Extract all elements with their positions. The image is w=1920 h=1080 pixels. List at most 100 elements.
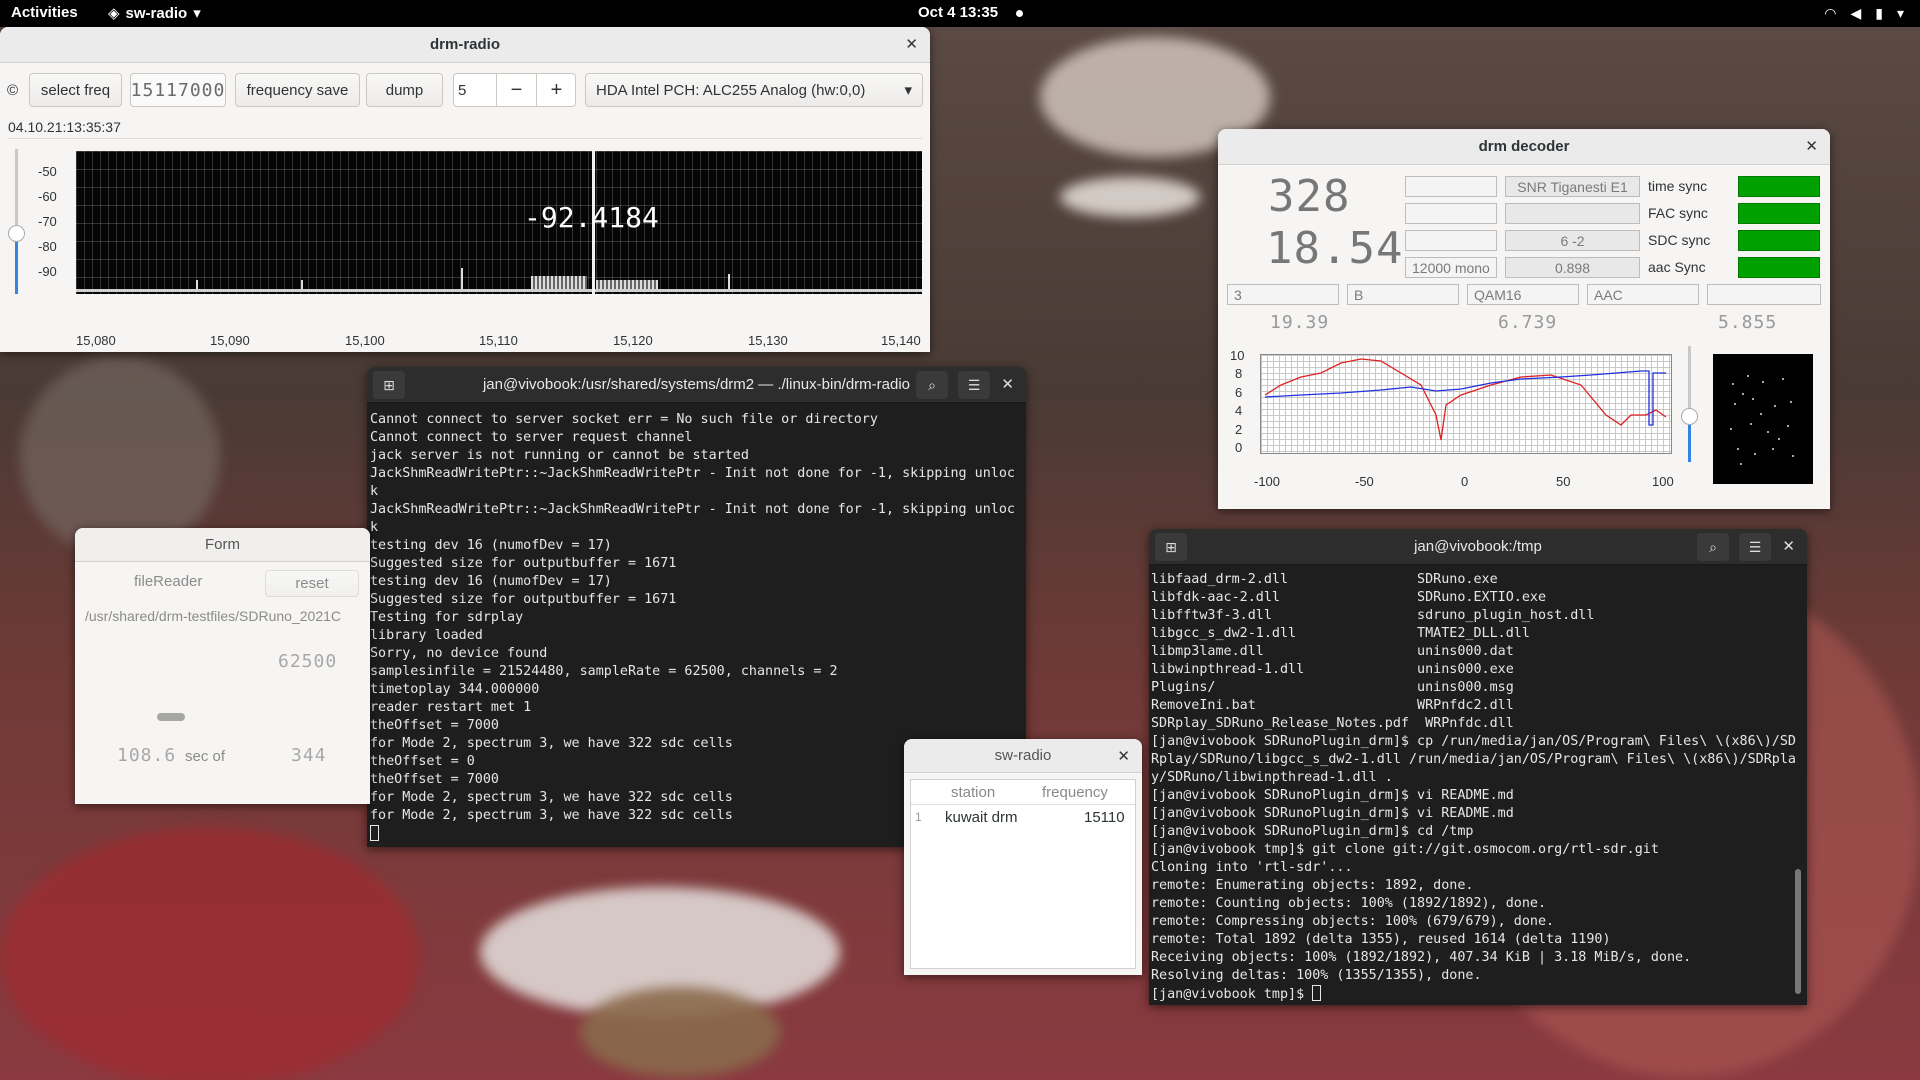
plot-curves <box>1264 358 1667 441</box>
total-display: 344 <box>291 745 327 766</box>
spin-plus-button[interactable]: + <box>536 74 576 106</box>
info-box <box>1405 203 1497 224</box>
sw-radio-titlebar[interactable]: sw-radio ✕ <box>904 739 1142 773</box>
form-titlebar[interactable]: Form <box>75 528 370 562</box>
plot-line-blue <box>1264 370 1666 426</box>
big-display-1: 328 <box>1268 171 1351 222</box>
y-tick: -60 <box>38 189 57 204</box>
select-freq-button[interactable]: select freq <box>29 73 122 107</box>
time-sync-label: time sync <box>1648 178 1708 194</box>
hamburger-menu-icon[interactable]: ☰ <box>1739 533 1771 561</box>
reset-button[interactable]: reset <box>265 570 359 597</box>
close-icon[interactable]: ✕ <box>1805 137 1818 155</box>
codec-box: AAC <box>1587 284 1699 305</box>
spectrum-spike <box>461 268 463 290</box>
new-tab-icon[interactable]: ⊞ <box>1155 533 1187 561</box>
x-tick: 15,090 <box>210 333 250 348</box>
app-icon: ◈ <box>108 5 120 22</box>
window-title: drm decoder <box>1478 138 1570 155</box>
fac-sync-label: FAC sync <box>1648 205 1708 221</box>
frequency-save-button[interactable]: frequency save <box>235 73 360 107</box>
spin-minus-button[interactable]: − <box>496 74 536 106</box>
gain-slider-fill <box>15 233 18 294</box>
sample-rate-display: 62500 <box>278 651 338 672</box>
table-row[interactable]: 1 kuwait drm 15110 <box>911 805 1135 831</box>
big-display-2: 18.54 <box>1266 223 1404 274</box>
app-menu-label: sw-radio <box>125 4 188 22</box>
x-tick: 15,100 <box>345 333 385 348</box>
decoder-slider-handle[interactable] <box>1681 408 1698 425</box>
station-table[interactable]: station frequency 1 kuwait drm 15110 <box>910 779 1136 969</box>
terminal-scrollbar[interactable] <box>1795 869 1801 994</box>
terminal-output[interactable]: libfaad_drm-2.dll SDRuno.exe libfdk-aac-… <box>1151 571 1796 1004</box>
terminal-tmp-window: ⊞ jan@vivobook:/tmp ⌕ ☰ ✕ libfaad_drm-2.… <box>1149 529 1807 1005</box>
plot-y-tick: 2 <box>1235 422 1243 437</box>
spectrum-grid <box>76 151 922 294</box>
close-icon[interactable]: ✕ <box>1117 747 1130 765</box>
progress-slider-handle[interactable] <box>157 713 185 721</box>
plot-x-tick: 100 <box>1652 474 1674 489</box>
system-tray[interactable]: ◠ ◀︎ ▮ ▾ <box>1824 5 1904 22</box>
form-body: fileReader reset /usr/shared/drm-testfil… <box>75 562 370 804</box>
gain-slider-track[interactable] <box>8 149 25 294</box>
plot-x-tick: -50 <box>1355 474 1374 489</box>
window-title: jan@vivobook:/tmp <box>1414 538 1542 555</box>
dump-button[interactable]: dump <box>366 73 443 107</box>
search-icon[interactable]: ⌕ <box>916 371 948 399</box>
top-bar: Activities ◈ sw-radio ▾ Oct 4 13:35 ◠ ◀︎… <box>0 0 1920 27</box>
spectrum-display[interactable]: -92.4184 <box>76 151 922 294</box>
x-tick: 15,120 <box>613 333 653 348</box>
spectrum-spike <box>728 274 730 290</box>
column-header-station[interactable]: station <box>951 784 995 801</box>
spin-value[interactable]: 5 <box>458 82 498 99</box>
x-tick: 15,140 <box>881 333 921 348</box>
app-menu[interactable]: ◈ sw-radio ▾ <box>108 4 201 23</box>
spin-box[interactable]: 5 − + <box>453 73 576 107</box>
plot-y-tick: 10 <box>1230 348 1245 363</box>
terminal-cursor <box>1312 985 1322 1001</box>
clock[interactable]: Oct 4 13:35 <box>918 4 998 21</box>
close-icon[interactable]: ✕ <box>1782 537 1795 555</box>
sdc-sync-indicator <box>1738 230 1820 251</box>
modulation-box: QAM16 <box>1467 284 1579 305</box>
row-index: 1 <box>915 810 922 824</box>
search-icon[interactable]: ⌕ <box>1697 533 1729 561</box>
y-tick: -80 <box>38 239 57 254</box>
terminal-titlebar[interactable]: ⊞ jan@vivobook:/tmp ⌕ ☰ ✕ <box>1149 529 1807 565</box>
y-tick: -70 <box>38 214 57 229</box>
file-path-label: /usr/shared/drm-testfiles/SDRuno_2021C <box>85 608 342 624</box>
y-tick: -90 <box>38 264 57 279</box>
audio-device-select[interactable]: HDA Intel PCH: ALC255 Analog (hw:0,0) ▾ <box>585 73 923 107</box>
chevron-down-icon: ▾ <box>193 5 201 22</box>
terminal-titlebar[interactable]: ⊞ jan@vivobook:/usr/shared/systems/drm2 … <box>367 367 1026 403</box>
value-box: 0.898 <box>1505 257 1640 278</box>
audio-device-label: HDA Intel PCH: ALC255 Analog (hw:0,0) <box>596 81 866 99</box>
x-tick: 15,080 <box>76 333 116 348</box>
terminal-cursor <box>370 825 379 841</box>
plot-y-tick: 0 <box>1235 440 1243 455</box>
battery-icon: ▮ <box>1875 5 1883 21</box>
decoder-slider-track[interactable] <box>1681 346 1698 462</box>
spectrum-signal <box>531 276 587 290</box>
column-header-frequency[interactable]: frequency <box>1042 784 1108 801</box>
position-display: 108.6 <box>117 745 177 766</box>
new-tab-icon[interactable]: ⊞ <box>373 371 405 399</box>
volume-icon: ◀︎ <box>1850 5 1862 21</box>
close-icon[interactable]: ✕ <box>905 35 918 53</box>
station-cell[interactable]: kuwait drm <box>945 809 1018 826</box>
window-title: sw-radio <box>994 747 1052 764</box>
x-tick: 15,130 <box>748 333 788 348</box>
chevron-down-icon: ▾ <box>904 82 912 99</box>
gain-slider-handle[interactable] <box>8 225 25 242</box>
close-icon[interactable]: ✕ <box>1001 375 1014 393</box>
activities-button[interactable]: Activities <box>11 4 78 21</box>
plot-y-tick: 4 <box>1235 403 1243 418</box>
frequency-cell[interactable]: 15110 <box>1084 809 1125 826</box>
decoder-titlebar[interactable]: drm decoder ✕ <box>1218 129 1830 165</box>
drm-radio-titlebar[interactable]: drm-radio ✕ <box>0 27 930 63</box>
frequency-display: 15117000 <box>130 73 226 107</box>
copyright-icon[interactable]: © <box>7 82 18 99</box>
hamburger-menu-icon[interactable]: ☰ <box>958 371 990 399</box>
plot-x-tick: -100 <box>1254 474 1281 489</box>
terminal-text: libfaad_drm-2.dll SDRuno.exe libfdk-aac-… <box>1151 572 1796 1002</box>
